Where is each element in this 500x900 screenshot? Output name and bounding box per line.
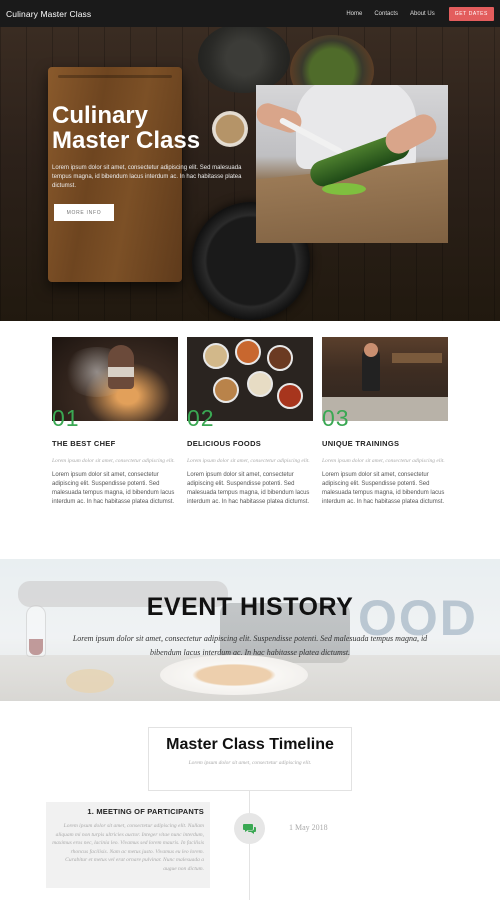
feature-text: Lorem ipsum dolor sit amet, consectetur … bbox=[187, 472, 310, 505]
timeline-item-card: 1. MEETING OF PARTICIPANTS Lorem ipsum d… bbox=[46, 802, 210, 888]
more-info-button[interactable]: MORE INFO bbox=[54, 204, 114, 221]
feature-title: UNIQUE TRAININGS bbox=[322, 439, 400, 448]
chat-bubbles-icon bbox=[234, 813, 265, 844]
event-history-section: OOD EVENT HISTORY Lorem ipsum dolor sit … bbox=[0, 559, 500, 701]
timeline-title: Master Class Timeline bbox=[166, 736, 334, 753]
get-dates-button[interactable]: GET DATES bbox=[448, 6, 494, 21]
feature-card: 02 DELICIOUS FOODS Lorem ipsum dolor sit… bbox=[187, 337, 313, 507]
mortar-image bbox=[198, 27, 290, 93]
timeline-section: Master Class Timeline Lorem ipsum dolor … bbox=[0, 701, 500, 900]
hero-text: Lorem ipsum dolor sit amet, consectetur … bbox=[52, 165, 242, 189]
feature-text: Lorem ipsum dolor sit amet, consectetur … bbox=[322, 472, 445, 505]
hero-title: Culinary Master Class bbox=[52, 102, 201, 154]
nav-home-link[interactable]: Home bbox=[346, 11, 362, 17]
feature-caption: Lorem ipsum dolor sit amet, consectetur … bbox=[52, 458, 175, 464]
timeline-item-title: 1. MEETING OF PARTICIPANTS bbox=[87, 807, 204, 816]
nav-links: Home Contacts About Us GET DATES bbox=[346, 6, 494, 21]
feature-caption: Lorem ipsum dolor sit amet, consectetur … bbox=[322, 458, 445, 464]
feature-title: DELICIOUS FOODS bbox=[187, 439, 262, 448]
feature-caption: Lorem ipsum dolor sit amet, consectetur … bbox=[187, 458, 310, 464]
feature-text: Lorem ipsum dolor sit amet, consectetur … bbox=[52, 472, 175, 505]
hero-section: Culinary Master Class Lorem ipsum dolor … bbox=[0, 27, 500, 321]
timeline-line bbox=[249, 791, 250, 900]
nav-about-link[interactable]: About Us bbox=[410, 11, 435, 17]
chat-bubbles-icon bbox=[242, 823, 256, 834]
hero-photo bbox=[256, 85, 448, 243]
brand-logo[interactable]: Culinary Master Class bbox=[6, 9, 91, 19]
timeline-item-text: Lorem ipsum dolor sit amet, consectetur … bbox=[52, 823, 204, 872]
feature-title: THE BEST CHEF bbox=[52, 439, 116, 448]
event-history-title: EVENT HISTORY bbox=[146, 593, 354, 621]
nav-contacts-link[interactable]: Contacts bbox=[374, 11, 398, 17]
feature-card: 01 THE BEST CHEF Lorem ipsum dolor sit a… bbox=[52, 337, 178, 507]
features-section: 01 THE BEST CHEF Lorem ipsum dolor sit a… bbox=[0, 321, 500, 559]
feature-number: 03 bbox=[322, 405, 350, 431]
timeline-subtitle: Lorem ipsum dolor sit amet, consectetur … bbox=[188, 760, 312, 766]
timeline-header-box: Master Class Timeline Lorem ipsum dolor … bbox=[148, 727, 352, 791]
timeline-item-date: 1 May 2018 bbox=[289, 823, 328, 832]
event-history-text: Lorem ipsum dolor sit amet, consectetur … bbox=[72, 634, 428, 657]
feature-number: 01 bbox=[52, 405, 80, 431]
feature-number: 02 bbox=[187, 405, 215, 431]
feature-card: 03 UNIQUE TRAININGS Lorem ipsum dolor si… bbox=[322, 337, 448, 507]
top-navbar: Culinary Master Class Home Contacts Abou… bbox=[0, 0, 500, 27]
